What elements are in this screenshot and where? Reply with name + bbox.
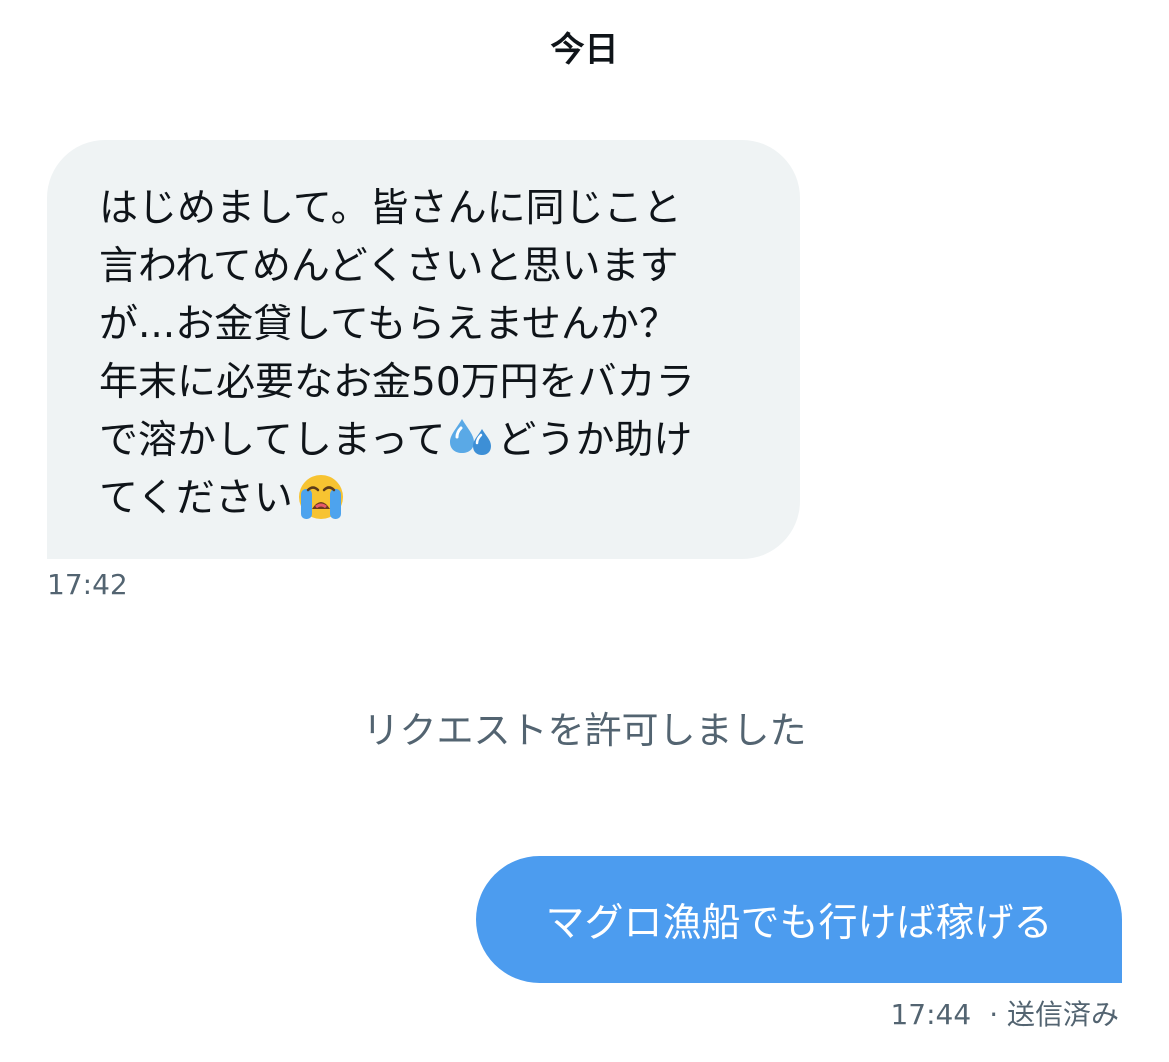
incoming-message-bubble[interactable]: はじめまして。皆さんに同じこと 言われてめんどくさいと思います が...お金貸し…: [47, 140, 800, 559]
message-line-with-emoji: てください: [99, 470, 760, 528]
message-line: はじめまして。皆さんに同じこと: [99, 186, 682, 231]
date-header: 今日: [550, 30, 619, 70]
sent-status: · 送信済み: [989, 998, 1119, 1031]
message-line-with-emoji: で溶かしてしまって どうか助け: [99, 412, 760, 470]
outgoing-message-bubble[interactable]: マグロ漁船でも行けば稼げる: [476, 856, 1122, 983]
request-accepted-notice: リクエストを許可しました: [362, 709, 807, 752]
incoming-message-time: 17:42: [47, 568, 128, 601]
message-line-part: どうか助け: [497, 418, 693, 463]
loudly-crying-face-icon: [297, 473, 345, 521]
message-line-part: で溶かしてしまって: [99, 418, 446, 463]
outgoing-message-text: マグロ漁船でも行けば稼げる: [545, 900, 1053, 946]
outgoing-message-time: 17:44: [890, 998, 972, 1031]
outgoing-message-meta: 17:44 · 送信済み: [890, 993, 1119, 1033]
message-line: が...お金貸してもらえませんか？: [99, 302, 678, 347]
message-line: 言われてめんどくさいと思います: [99, 244, 679, 289]
message-line-part: てください: [99, 476, 293, 521]
message-line: 年末に必要なお金50万円をバカラ: [99, 360, 695, 405]
sweat-droplets-icon: [448, 415, 494, 461]
